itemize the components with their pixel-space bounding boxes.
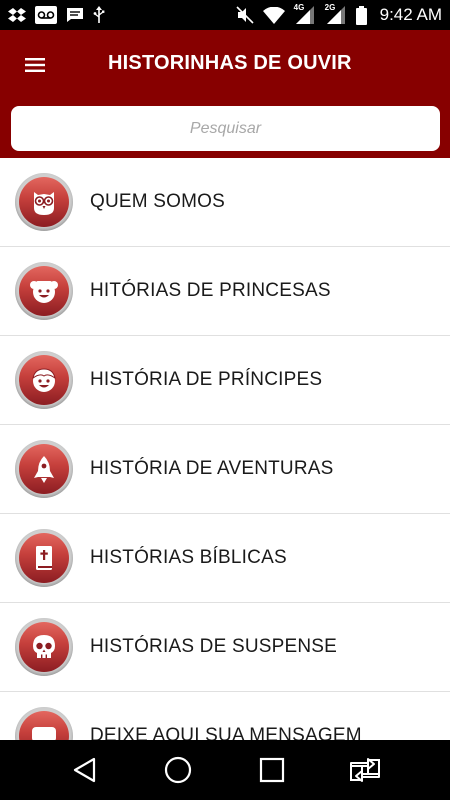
category-list: QUEM SOMOS HITÓRIAS DE PRINCESAS HISTÓRI…: [0, 158, 450, 740]
item-icon-frame: [15, 618, 73, 676]
item-label: HITÓRIAS DE PRINCESAS: [90, 280, 331, 301]
bible-icon: [36, 546, 52, 570]
menu-item-historia-principes[interactable]: HISTÓRIA DE PRÍNCIPES: [0, 336, 450, 425]
item-icon-frame: [15, 440, 73, 498]
signal-4g-icon: 4G: [293, 3, 316, 25]
dropbox-icon: [8, 7, 26, 23]
app-header: HISTORINHAS DE OUVIR: [0, 30, 450, 158]
skull-icon: [33, 635, 55, 658]
item-label: HISTÓRIA DE AVENTURAS: [90, 458, 334, 479]
recents-button[interactable]: [247, 745, 297, 795]
item-label: QUEM SOMOS: [90, 191, 226, 212]
item-label: HISTÓRIAS BÍBLICAS: [90, 547, 287, 568]
item-icon-frame: [15, 529, 73, 587]
item-label: HISTÓRIAS DE SUSPENSE: [90, 636, 338, 657]
switch-app-icon: [350, 758, 381, 782]
item-label: HISTÓRIA DE PRÍNCIPES: [90, 369, 323, 390]
status-time: 9:42 AM: [379, 5, 442, 24]
recents-icon: [259, 757, 284, 783]
search-input[interactable]: [11, 106, 440, 151]
home-icon: [165, 756, 192, 784]
status-right-icons: 4G 2G 9:42 AM: [236, 3, 442, 25]
rocket-icon: [34, 456, 54, 483]
battery-icon: [355, 5, 367, 25]
menu-item-deixe-mensagem[interactable]: DEIXE AQUI SUA MENSAGEM: [0, 692, 450, 740]
menu-item-historias-princesas[interactable]: HITÓRIAS DE PRINCESAS: [0, 247, 450, 336]
menu-item-historias-biblicas[interactable]: HISTÓRIAS BÍBLICAS: [0, 514, 450, 603]
message-icon: [66, 7, 84, 23]
chat-bubble-icon: [32, 727, 56, 740]
item-icon-frame: [15, 262, 73, 320]
prince-icon: [32, 368, 56, 392]
wifi-icon: [262, 6, 285, 24]
hamburger-menu-icon: [25, 58, 45, 72]
navigation-bar: [0, 740, 450, 800]
owl-icon: [34, 192, 54, 215]
signal-2g-icon: 2G: [324, 3, 347, 25]
menu-item-historia-aventuras[interactable]: HISTÓRIA DE AVENTURAS: [0, 425, 450, 514]
app-title: HISTORINHAS DE OUVIR: [108, 52, 352, 74]
usb-icon: [93, 6, 105, 24]
item-icon-frame: [15, 173, 73, 231]
network-label-2g: 2G: [324, 3, 336, 12]
menu-button[interactable]: [18, 48, 52, 82]
status-left-icons: [8, 6, 105, 24]
item-label: DEIXE AQUI SUA MENSAGEM: [90, 725, 362, 740]
menu-item-quem-somos[interactable]: QUEM SOMOS: [0, 158, 450, 247]
voicemail-icon: [35, 6, 57, 24]
network-label-4g: 4G: [293, 3, 305, 12]
item-icon-frame: [15, 707, 73, 740]
back-icon: [73, 757, 95, 783]
back-button[interactable]: [60, 745, 110, 795]
item-icon-frame: [15, 351, 73, 409]
menu-item-historias-suspense[interactable]: HISTÓRIAS DE SUSPENSE: [0, 603, 450, 692]
status-bar: 4G 2G 9:42 AM: [0, 0, 450, 30]
switch-app-button[interactable]: [340, 745, 390, 795]
home-button[interactable]: [153, 745, 203, 795]
mute-icon: [236, 6, 254, 24]
princess-icon: [30, 281, 58, 303]
